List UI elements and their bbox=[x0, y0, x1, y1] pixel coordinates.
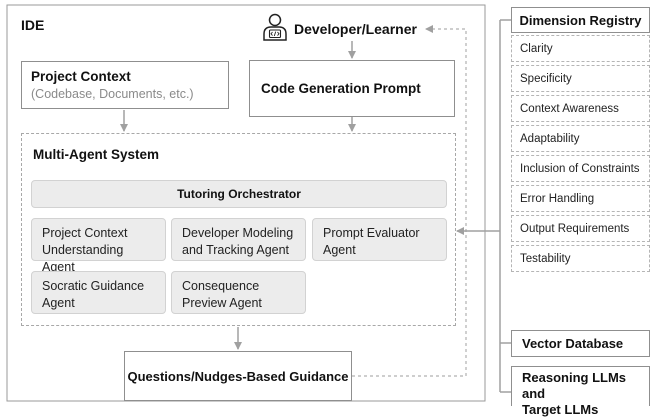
socratic-guidance-agent: Socratic Guidance Agent bbox=[31, 271, 166, 314]
llms-box: Reasoning LLMs and Target LLMs bbox=[511, 366, 650, 417]
llms-title-line1: Reasoning LLMs and bbox=[522, 370, 627, 401]
agent-label-line1: Prompt Evaluator bbox=[323, 226, 420, 240]
agent-label-line1: Project Context bbox=[42, 226, 128, 240]
agent-label-line1: Socratic Guidance bbox=[42, 279, 145, 293]
ide-label: IDE bbox=[21, 17, 45, 33]
dimension-item-output-requirements: Output Requirements bbox=[511, 215, 650, 242]
project-context-subtitle: (Codebase, Documents, etc.) bbox=[31, 87, 194, 101]
developer-modeling-tracking-agent: Developer Modeling and Tracking Agent bbox=[171, 218, 306, 261]
code-generation-prompt-box: Code Generation Prompt bbox=[249, 60, 455, 117]
multi-agent-system-title: Multi-Agent System bbox=[33, 147, 160, 162]
dimension-item-testability: Testability bbox=[511, 245, 650, 272]
agent-label-line1: Consequence bbox=[182, 279, 260, 293]
developer-icon bbox=[262, 13, 288, 41]
consequence-preview-agent: Consequence Preview Agent bbox=[171, 271, 306, 314]
vector-database-box: Vector Database bbox=[511, 330, 650, 357]
vector-database-title: Vector Database bbox=[522, 336, 624, 351]
dimension-item-inclusion-of-constraints: Inclusion of Constraints bbox=[511, 155, 650, 182]
dimension-item-clarity: Clarity bbox=[511, 35, 650, 62]
dimension-item-error-handling: Error Handling bbox=[511, 185, 650, 212]
tutoring-orchestrator-label: Tutoring Orchestrator bbox=[177, 187, 301, 201]
project-context-box: Project Context (Codebase, Documents, et… bbox=[21, 61, 229, 109]
prompt-evaluator-agent: Prompt Evaluator Agent bbox=[312, 218, 447, 261]
tutoring-orchestrator: Tutoring Orchestrator bbox=[31, 180, 447, 208]
agent-label-line2: Agent bbox=[42, 296, 75, 310]
dimension-registry-title: Dimension Registry bbox=[519, 12, 642, 28]
dimension-item-specificity: Specificity bbox=[511, 65, 650, 92]
agent-label-line2: and Tracking Agent bbox=[182, 243, 290, 257]
agent-label-line2: Agent bbox=[323, 243, 356, 257]
project-context-title: Project Context bbox=[31, 69, 131, 84]
agent-label-line2: Preview Agent bbox=[182, 296, 262, 310]
developer-label: Developer/Learner bbox=[294, 21, 417, 37]
dimension-registry-header: Dimension Registry bbox=[511, 7, 650, 33]
code-generation-prompt-title: Code Generation Prompt bbox=[261, 81, 421, 96]
agent-label-line1: Developer Modeling bbox=[182, 226, 294, 240]
llms-title-line2: Target LLMs bbox=[522, 402, 599, 417]
guidance-box: Questions/Nudges-Based Guidance bbox=[124, 351, 352, 401]
dimension-item-context-awareness: Context Awareness bbox=[511, 95, 650, 122]
project-context-understanding-agent: Project Context Understanding Agent bbox=[31, 218, 166, 274]
dimension-item-adaptability: Adaptability bbox=[511, 125, 650, 152]
guidance-title: Questions/Nudges-Based Guidance bbox=[127, 368, 349, 384]
